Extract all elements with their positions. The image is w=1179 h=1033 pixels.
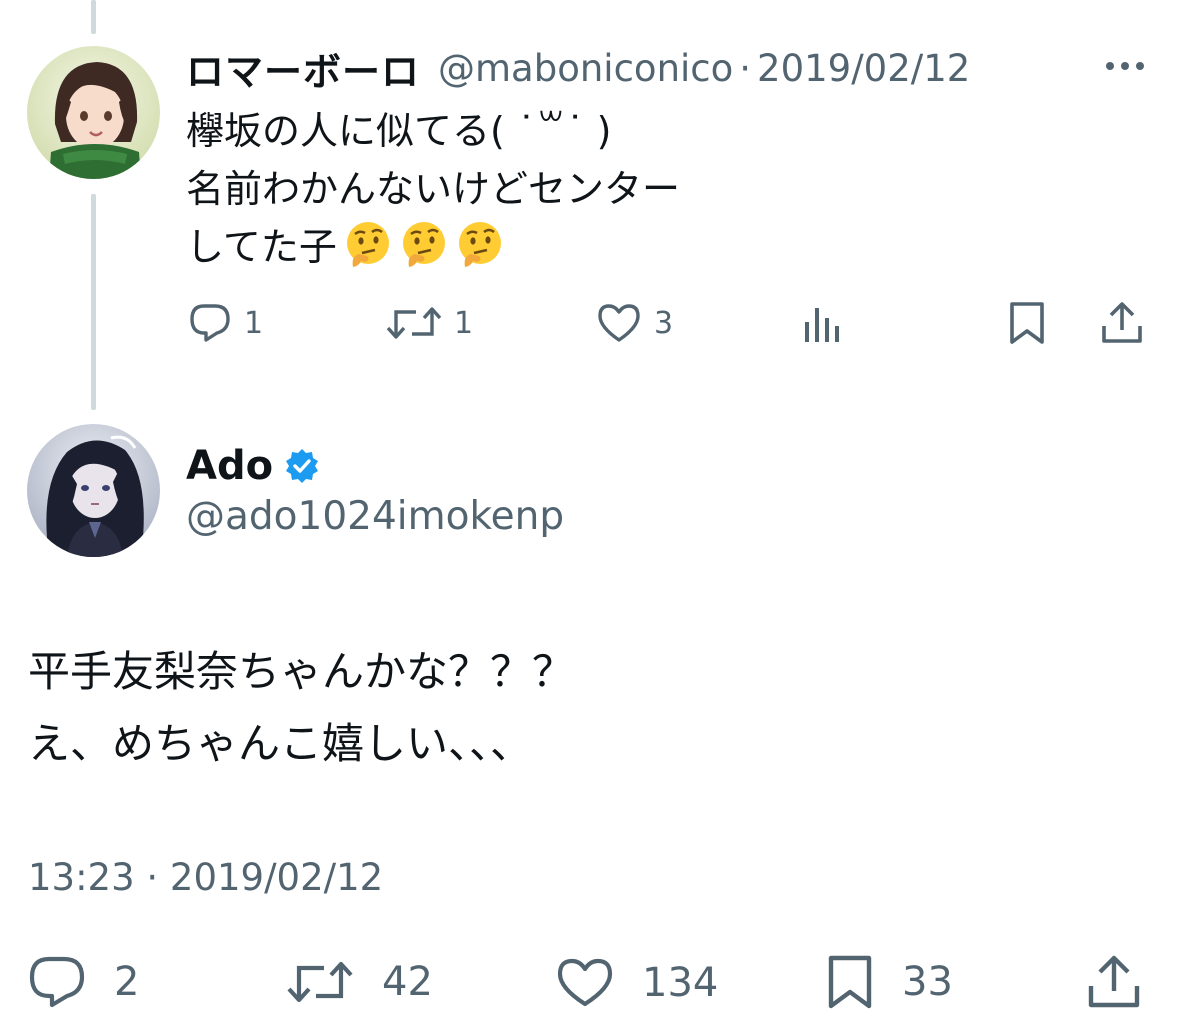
main-like-count: 134 bbox=[642, 960, 719, 1006]
heart-icon bbox=[557, 958, 613, 1007]
retweet-icon bbox=[386, 307, 442, 339]
reply-bubble-icon bbox=[190, 304, 230, 342]
reply-text-line-with-emoji: してた子 bbox=[186, 218, 680, 276]
bookmark-icon bbox=[1010, 302, 1044, 344]
main-text-line: 平手友梨奈ちゃんかな？？？ bbox=[28, 647, 575, 696]
reply-like-count: 3 bbox=[654, 305, 674, 341]
share-icon bbox=[1088, 955, 1140, 1008]
main-bookmark-count: 33 bbox=[902, 959, 953, 1005]
thinking-face-icon bbox=[458, 222, 501, 267]
main-avatar[interactable] bbox=[27, 424, 160, 557]
main-tweet-text: 平手友梨奈ちゃんかな？？？ え、めちゃんこ嬉しい、、、 bbox=[28, 636, 574, 780]
main-timestamp[interactable]: 13:23 · 2019/02/12 bbox=[28, 856, 383, 899]
thinking-face-icon bbox=[346, 222, 389, 267]
views-chart-icon bbox=[805, 308, 839, 342]
reply-text-line: 欅坂の人に似てる( ˙꒳˙ ) bbox=[186, 109, 612, 153]
main-author-row: Ado bbox=[186, 440, 321, 492]
main-reply-count: 2 bbox=[114, 959, 140, 1005]
bookmark-icon bbox=[828, 955, 872, 1009]
reply-retweet-button[interactable]: 1 bbox=[386, 302, 473, 344]
reply-header: ロマーボーロ @maboniconico · 2019/02/12 bbox=[186, 40, 970, 96]
main-handle[interactable]: @ado1024imokenp bbox=[186, 494, 564, 539]
reply-avatar[interactable] bbox=[27, 46, 160, 179]
reply-share-button[interactable] bbox=[1100, 300, 1144, 346]
reply-separator: · bbox=[739, 46, 752, 90]
reply-bookmark-button[interactable] bbox=[1008, 300, 1046, 346]
reply-retweet-count: 1 bbox=[454, 305, 474, 341]
thread-line-bottom bbox=[91, 194, 96, 410]
main-retweet-count: 42 bbox=[382, 959, 433, 1005]
reply-reply-button[interactable]: 1 bbox=[188, 302, 263, 344]
verified-badge-icon[interactable] bbox=[283, 447, 321, 485]
main-like-button[interactable]: 134 bbox=[556, 957, 718, 1009]
share-icon bbox=[1102, 302, 1142, 343]
reply-text-line: 名前わかんないけどセンター bbox=[186, 167, 681, 211]
reply-views-button[interactable] bbox=[802, 304, 844, 344]
reply-handle[interactable]: @maboniconico bbox=[438, 47, 733, 90]
thread-line-top bbox=[91, 0, 96, 34]
main-retweet-button[interactable]: 42 bbox=[286, 955, 433, 1009]
more-dots-icon[interactable] bbox=[1104, 56, 1146, 76]
main-text-line: え、めちゃんこ嬉しい、、、 bbox=[28, 719, 533, 768]
retweet-icon bbox=[287, 961, 353, 1003]
reply-like-button[interactable]: 3 bbox=[596, 302, 673, 344]
main-display-name[interactable]: Ado bbox=[186, 443, 273, 489]
reply-text-line: してた子 bbox=[186, 225, 337, 269]
reply-reply-count: 1 bbox=[244, 305, 264, 341]
main-share-button[interactable] bbox=[1086, 953, 1142, 1011]
main-bookmark-button[interactable]: 33 bbox=[826, 953, 953, 1011]
thinking-face-icon bbox=[402, 222, 445, 267]
reply-text: 欅坂の人に似てる( ˙꒳˙ ) 名前わかんないけどセンター してた子 bbox=[186, 102, 680, 276]
reply-bubble-icon bbox=[29, 956, 85, 1008]
reply-date[interactable]: 2019/02/12 bbox=[757, 47, 970, 90]
reply-display-name[interactable]: ロマーボーロ bbox=[186, 41, 420, 96]
main-reply-button[interactable]: 2 bbox=[28, 955, 139, 1009]
heart-icon bbox=[598, 304, 640, 342]
